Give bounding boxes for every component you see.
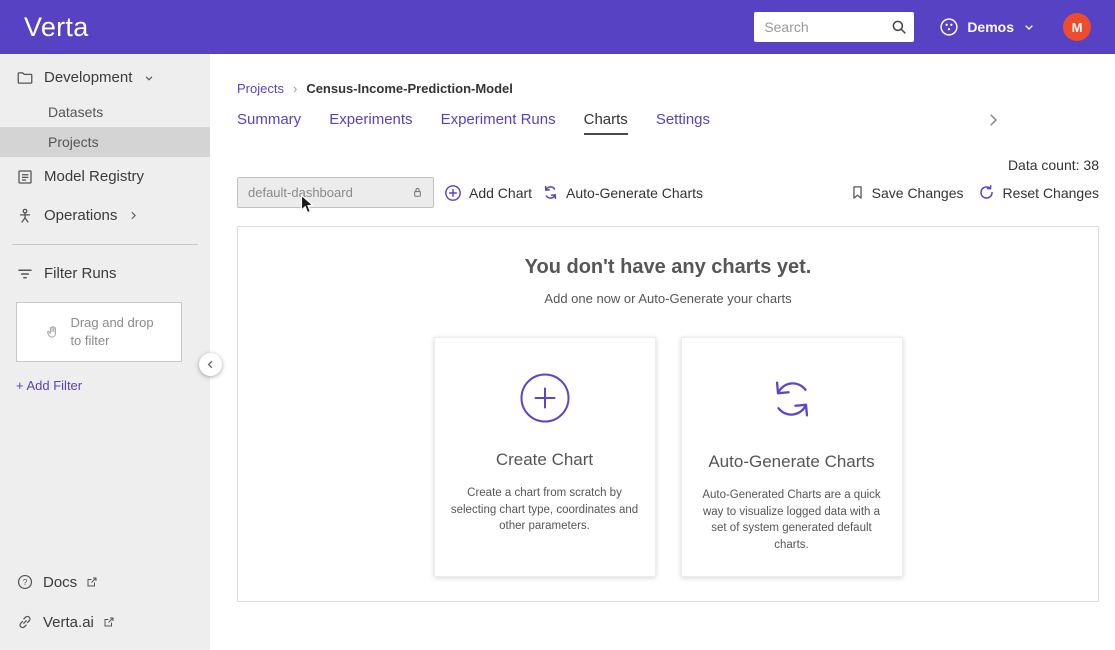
refresh-icon: [541, 183, 560, 202]
global-search: [754, 12, 915, 42]
external-link-icon: [103, 616, 115, 628]
card-title: Create Chart: [495, 450, 594, 469]
add-chart-button[interactable]: Add Chart: [443, 183, 532, 203]
sidebar-item-label: Datasets: [48, 104, 104, 120]
sidebar-item-operations[interactable]: Operations: [0, 196, 210, 235]
empty-state-subtitle: Add one now or Auto-Generate your charts: [544, 291, 792, 306]
sidebar-item-label: Operations: [44, 207, 118, 224]
auto-generate-button[interactable]: Auto-Generate Charts: [541, 183, 703, 202]
search-icon[interactable]: [890, 18, 908, 36]
plus-circle-icon: [443, 183, 463, 203]
verta-ai-label: Verta.ai: [43, 613, 94, 631]
project-tabs: Summary Experiments Experiment Runs Char…: [237, 111, 1099, 135]
breadcrumb-projects[interactable]: Projects: [237, 81, 284, 97]
card-title: Auto-Generate Charts: [708, 452, 875, 471]
breadcrumb-current: Census-Income-Prediction-Model: [306, 81, 513, 96]
card-description: Create a chart from scratch by selecting…: [450, 487, 639, 533]
empty-state-title: You don't have any charts yet.: [524, 256, 812, 278]
chevron-down-icon: [142, 71, 156, 85]
dashboard-name-field: [237, 177, 434, 208]
docs-label: Docs: [43, 573, 78, 591]
top-navbar: Verta Demos M: [0, 0, 1115, 54]
tab-summary[interactable]: Summary: [237, 111, 301, 135]
tab-experiment-runs[interactable]: Experiment Runs: [441, 111, 556, 135]
data-count: Data count: 38: [1007, 157, 1099, 173]
verta-logo[interactable]: Verta: [24, 12, 89, 43]
dropzone-text: Drag and drop to filter: [70, 315, 154, 348]
registry-list-icon: [16, 168, 34, 186]
svg-text:?: ?: [23, 578, 28, 587]
bookmark-icon: [849, 184, 866, 201]
tab-charts[interactable]: Charts: [583, 111, 628, 135]
operations-icon: [16, 207, 34, 225]
sidebar-divider: [12, 244, 198, 245]
tab-settings[interactable]: Settings: [656, 111, 710, 135]
chevron-right-icon: [127, 209, 140, 222]
refresh-icon: [765, 372, 819, 426]
charts-empty-panel: You don't have any charts yet. Add one n…: [237, 226, 1099, 602]
drag-hand-icon: [44, 324, 61, 341]
reset-changes-label: Reset Changes: [1002, 184, 1099, 201]
plus-circle-icon: [519, 372, 571, 424]
verta-ai-link[interactable]: Verta.ai: [0, 602, 210, 642]
tab-experiments[interactable]: Experiments: [329, 111, 412, 135]
filter-icon: [16, 265, 34, 283]
chevron-down-icon: [1021, 19, 1037, 35]
search-input[interactable]: [764, 19, 891, 35]
link-chain-icon: [16, 613, 34, 631]
toolbar-right-group: Save Changes Reset Changes: [849, 183, 1099, 202]
sidebar: Development Datasets Projects Model Regi…: [0, 54, 210, 650]
sidebar-item-development[interactable]: Development: [0, 58, 210, 97]
filter-runs-header: Filter Runs: [0, 254, 210, 293]
sidebar-item-label: Projects: [48, 134, 99, 150]
auto-generate-label: Auto-Generate Charts: [566, 184, 704, 201]
sidebar-item-datasets[interactable]: Datasets: [0, 97, 210, 127]
docs-link[interactable]: ? Docs: [0, 562, 210, 602]
filter-runs-label: Filter Runs: [44, 265, 117, 282]
filter-dropzone[interactable]: Drag and drop to filter: [16, 302, 182, 362]
sidebar-footer: ? Docs Verta.ai: [0, 562, 210, 642]
main-content: Projects › Census-Income-Prediction-Mode…: [210, 54, 1115, 650]
auto-generate-charts-card[interactable]: Auto-Generate Charts Auto-Generated Char…: [680, 337, 903, 577]
empty-state-cards: Create Chart Create a chart from scratch…: [238, 337, 1098, 577]
reset-changes-button[interactable]: Reset Changes: [977, 183, 1099, 202]
create-chart-card[interactable]: Create Chart Create a chart from scratch…: [433, 337, 656, 577]
org-name: Demos: [967, 19, 1014, 35]
sidebar-collapse-button[interactable]: [199, 353, 222, 376]
sidebar-item-label: Model Registry: [44, 168, 145, 185]
card-description: Auto-Generated Charts are a quick way to…: [702, 489, 881, 552]
tabs-overflow-chevron-icon[interactable]: [984, 111, 1002, 129]
external-link-icon: [86, 576, 98, 588]
reset-icon: [977, 183, 996, 202]
help-circle-icon: ?: [16, 573, 34, 591]
org-switcher[interactable]: Demos: [938, 16, 1037, 38]
sidebar-item-label: Development: [44, 69, 133, 86]
charts-toolbar: Add Chart Auto-Generate Charts: [237, 177, 1099, 208]
lock-icon: [410, 185, 425, 200]
sidebar-item-model-registry[interactable]: Model Registry: [0, 157, 210, 196]
breadcrumb-separator: ›: [292, 81, 298, 96]
dashboard-name-input[interactable]: [248, 185, 410, 200]
add-filter-link[interactable]: + Add Filter: [0, 370, 210, 401]
add-chart-label: Add Chart: [469, 184, 533, 201]
breadcrumb: Projects › Census-Income-Prediction-Mode…: [237, 81, 1099, 97]
save-changes-button[interactable]: Save Changes: [849, 183, 964, 202]
user-avatar[interactable]: M: [1063, 13, 1091, 41]
folder-icon: [16, 69, 34, 87]
save-changes-label: Save Changes: [871, 184, 964, 201]
sidebar-item-projects[interactable]: Projects: [0, 127, 210, 157]
org-avatar-icon: [938, 16, 960, 38]
